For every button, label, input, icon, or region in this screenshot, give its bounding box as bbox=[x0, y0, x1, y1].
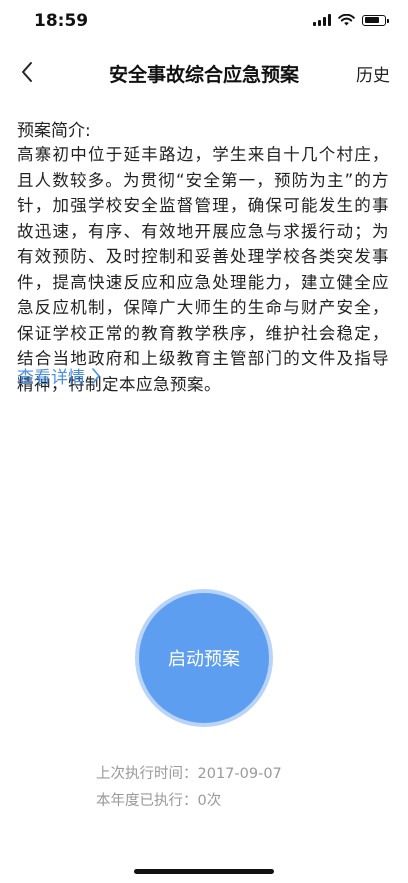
home-indicator[interactable] bbox=[134, 869, 274, 874]
wifi-icon bbox=[338, 14, 355, 26]
view-details-link[interactable]: 查看详情 bbox=[17, 363, 101, 388]
view-details-label: 查看详情 bbox=[17, 368, 85, 388]
start-plan-label: 启动预案 bbox=[168, 649, 240, 670]
history-button[interactable]: 历史 bbox=[356, 61, 390, 86]
year-execution-count: 本年度已执行：0次 bbox=[96, 793, 222, 809]
intro-text: 高寨初中位于延丰路边，学生来自十几个村庄，且人数较多。为贯彻“安全第一，预防为主… bbox=[17, 145, 389, 394]
chevron-right-icon bbox=[92, 367, 100, 384]
last-execution-time: 上次执行时间：2017-09-07 bbox=[96, 766, 282, 782]
nav-bar: 安全事故综合应急预案 历史 bbox=[0, 48, 408, 96]
start-plan-button[interactable]: 启动预案 bbox=[139, 593, 269, 723]
battery-level bbox=[364, 17, 379, 23]
chevron-left-icon bbox=[22, 62, 32, 82]
status-bar: 18:59 bbox=[0, 0, 408, 44]
cellular-signal-icon bbox=[313, 14, 331, 26]
back-button[interactable] bbox=[14, 58, 42, 86]
battery-icon bbox=[362, 14, 389, 26]
status-time: 18:59 bbox=[34, 11, 89, 31]
page-title: 安全事故综合应急预案 bbox=[108, 64, 299, 86]
intro-label: 预案简介: bbox=[17, 121, 91, 141]
status-icons bbox=[313, 14, 389, 26]
